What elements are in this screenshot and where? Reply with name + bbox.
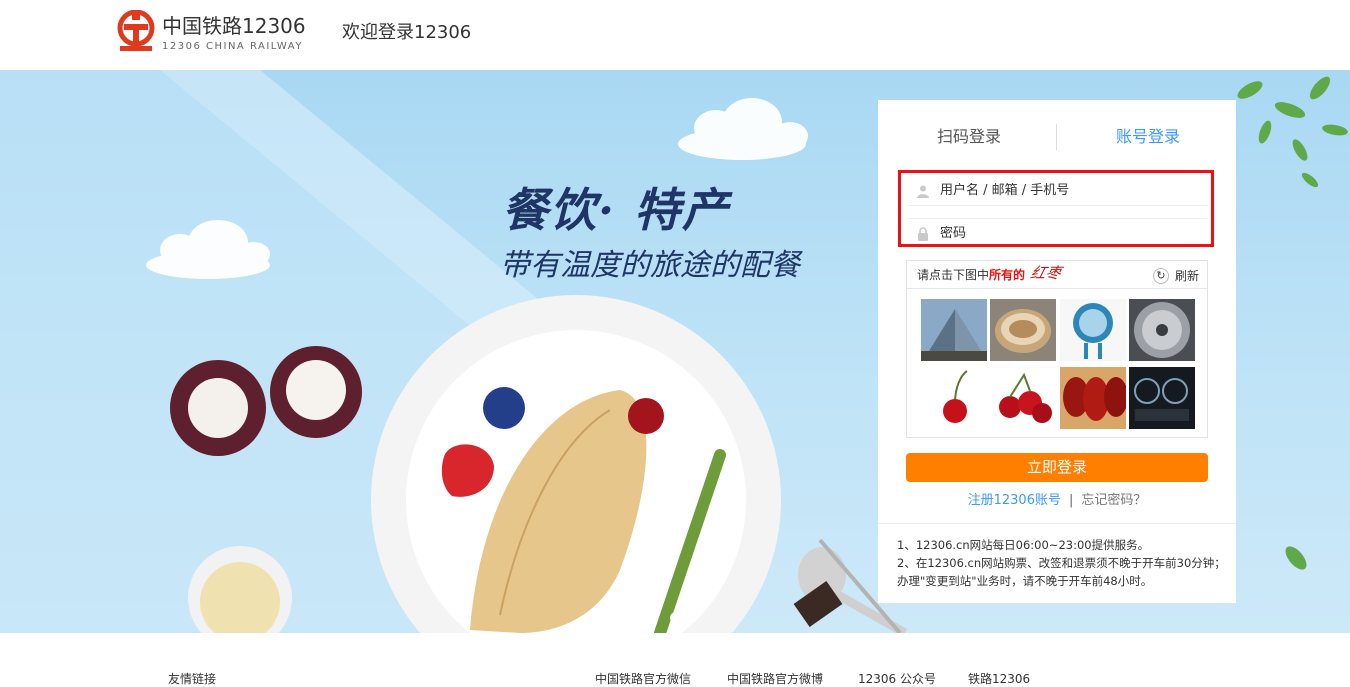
notice-divider: [878, 523, 1236, 524]
captcha-image-cherry[interactable]: [921, 367, 987, 429]
refresh-icon: ↻: [1152, 267, 1169, 284]
carousel-dot[interactable]: [670, 612, 682, 624]
brand-subtitle: 12306 CHINA RAILWAY: [162, 41, 303, 52]
brand-name: 中国铁路12306: [162, 14, 306, 38]
notice-item-2: 2、在12306.cn网站购票、改签和退票须不晚于开车前30分钟；办理"变更到站…: [897, 556, 1226, 588]
railway-logo-icon[interactable]: [116, 10, 156, 54]
login-tabs: 扫码登录 账号登录: [878, 100, 1236, 170]
lock-icon: [918, 226, 928, 241]
footer: 友情链接 中国铁路官方微信 中国铁路官方微博 12306 公众号 铁路12306: [0, 633, 1350, 686]
captcha-image-steamer[interactable]: [990, 299, 1056, 361]
captcha-image-fan-grille[interactable]: [1129, 299, 1195, 361]
captcha-prompt-highlight: 所有的: [989, 268, 1026, 282]
captcha-refresh-button[interactable]: ↻ 刷新: [1152, 267, 1199, 284]
account-links: 注册12306账号 | 忘记密码？: [878, 492, 1236, 510]
service-notice: 1、12306.cn网站每日06:00~23:00提供服务。 2、在12306.…: [897, 536, 1227, 590]
banner-subline: 带有温度的旅途的配餐: [500, 248, 800, 283]
username-input[interactable]: [940, 183, 1200, 198]
user-icon: [917, 185, 929, 198]
brand: 中国铁路12306 12306 CHINA RAILWAY: [162, 14, 306, 54]
captcha-image-electric-fan[interactable]: [1060, 299, 1126, 361]
captcha-header: 请点击下图中所有的 红枣 ↻ 刷新: [907, 261, 1207, 289]
header: 中国铁路12306 12306 CHINA RAILWAY 欢迎登录12306: [0, 0, 1350, 70]
banner-headline: 餐饮· 特产: [502, 183, 731, 237]
footer-wechat-link[interactable]: 中国铁路官方微信: [595, 671, 691, 687]
footer-friend-links: 友情链接: [168, 672, 217, 686]
tab-qr-login[interactable]: 扫码登录: [937, 126, 1001, 148]
register-link[interactable]: 注册12306账号: [968, 493, 1061, 508]
footer-app-link[interactable]: 铁路12306: [968, 671, 1030, 687]
tab-account-login[interactable]: 账号登录: [1116, 126, 1180, 148]
password-input[interactable]: [940, 226, 1200, 241]
captcha-target-word: 红枣: [1028, 264, 1064, 282]
captcha-prompt: 请点击下图中所有的: [917, 267, 1025, 283]
captcha-refresh-label: 刷新: [1174, 269, 1199, 283]
notice-item-1: 1、12306.cn网站每日06:00~23:00提供服务。: [897, 538, 1150, 552]
captcha-prompt-prefix: 请点击下图中: [917, 268, 990, 282]
page-title: 欢迎登录12306: [342, 22, 472, 43]
captcha-image-cherries[interactable]: [990, 367, 1056, 429]
forgot-password-link[interactable]: 忘记密码？: [1081, 493, 1146, 508]
captcha-box: 请点击下图中所有的 红枣 ↻ 刷新: [906, 260, 1208, 438]
password-field[interactable]: [908, 218, 1208, 248]
link-separator: |: [1068, 493, 1074, 508]
footer-weibo-link[interactable]: 中国铁路官方微博: [727, 671, 823, 687]
footer-public-account-link[interactable]: 12306 公众号: [858, 671, 936, 687]
captcha-grid: [921, 299, 1197, 429]
captcha-image-dashboard[interactable]: [1129, 367, 1195, 429]
username-field[interactable]: [908, 176, 1208, 206]
captcha-image-red-dates[interactable]: [1060, 367, 1126, 429]
login-panel: 扫码登录 账号登录 请点击下图中所有的 红枣 ↻ 刷新: [878, 100, 1236, 603]
login-button[interactable]: 立即登录: [906, 453, 1208, 482]
captcha-image-pyramid[interactable]: [921, 299, 987, 361]
tab-divider: [1056, 124, 1057, 150]
